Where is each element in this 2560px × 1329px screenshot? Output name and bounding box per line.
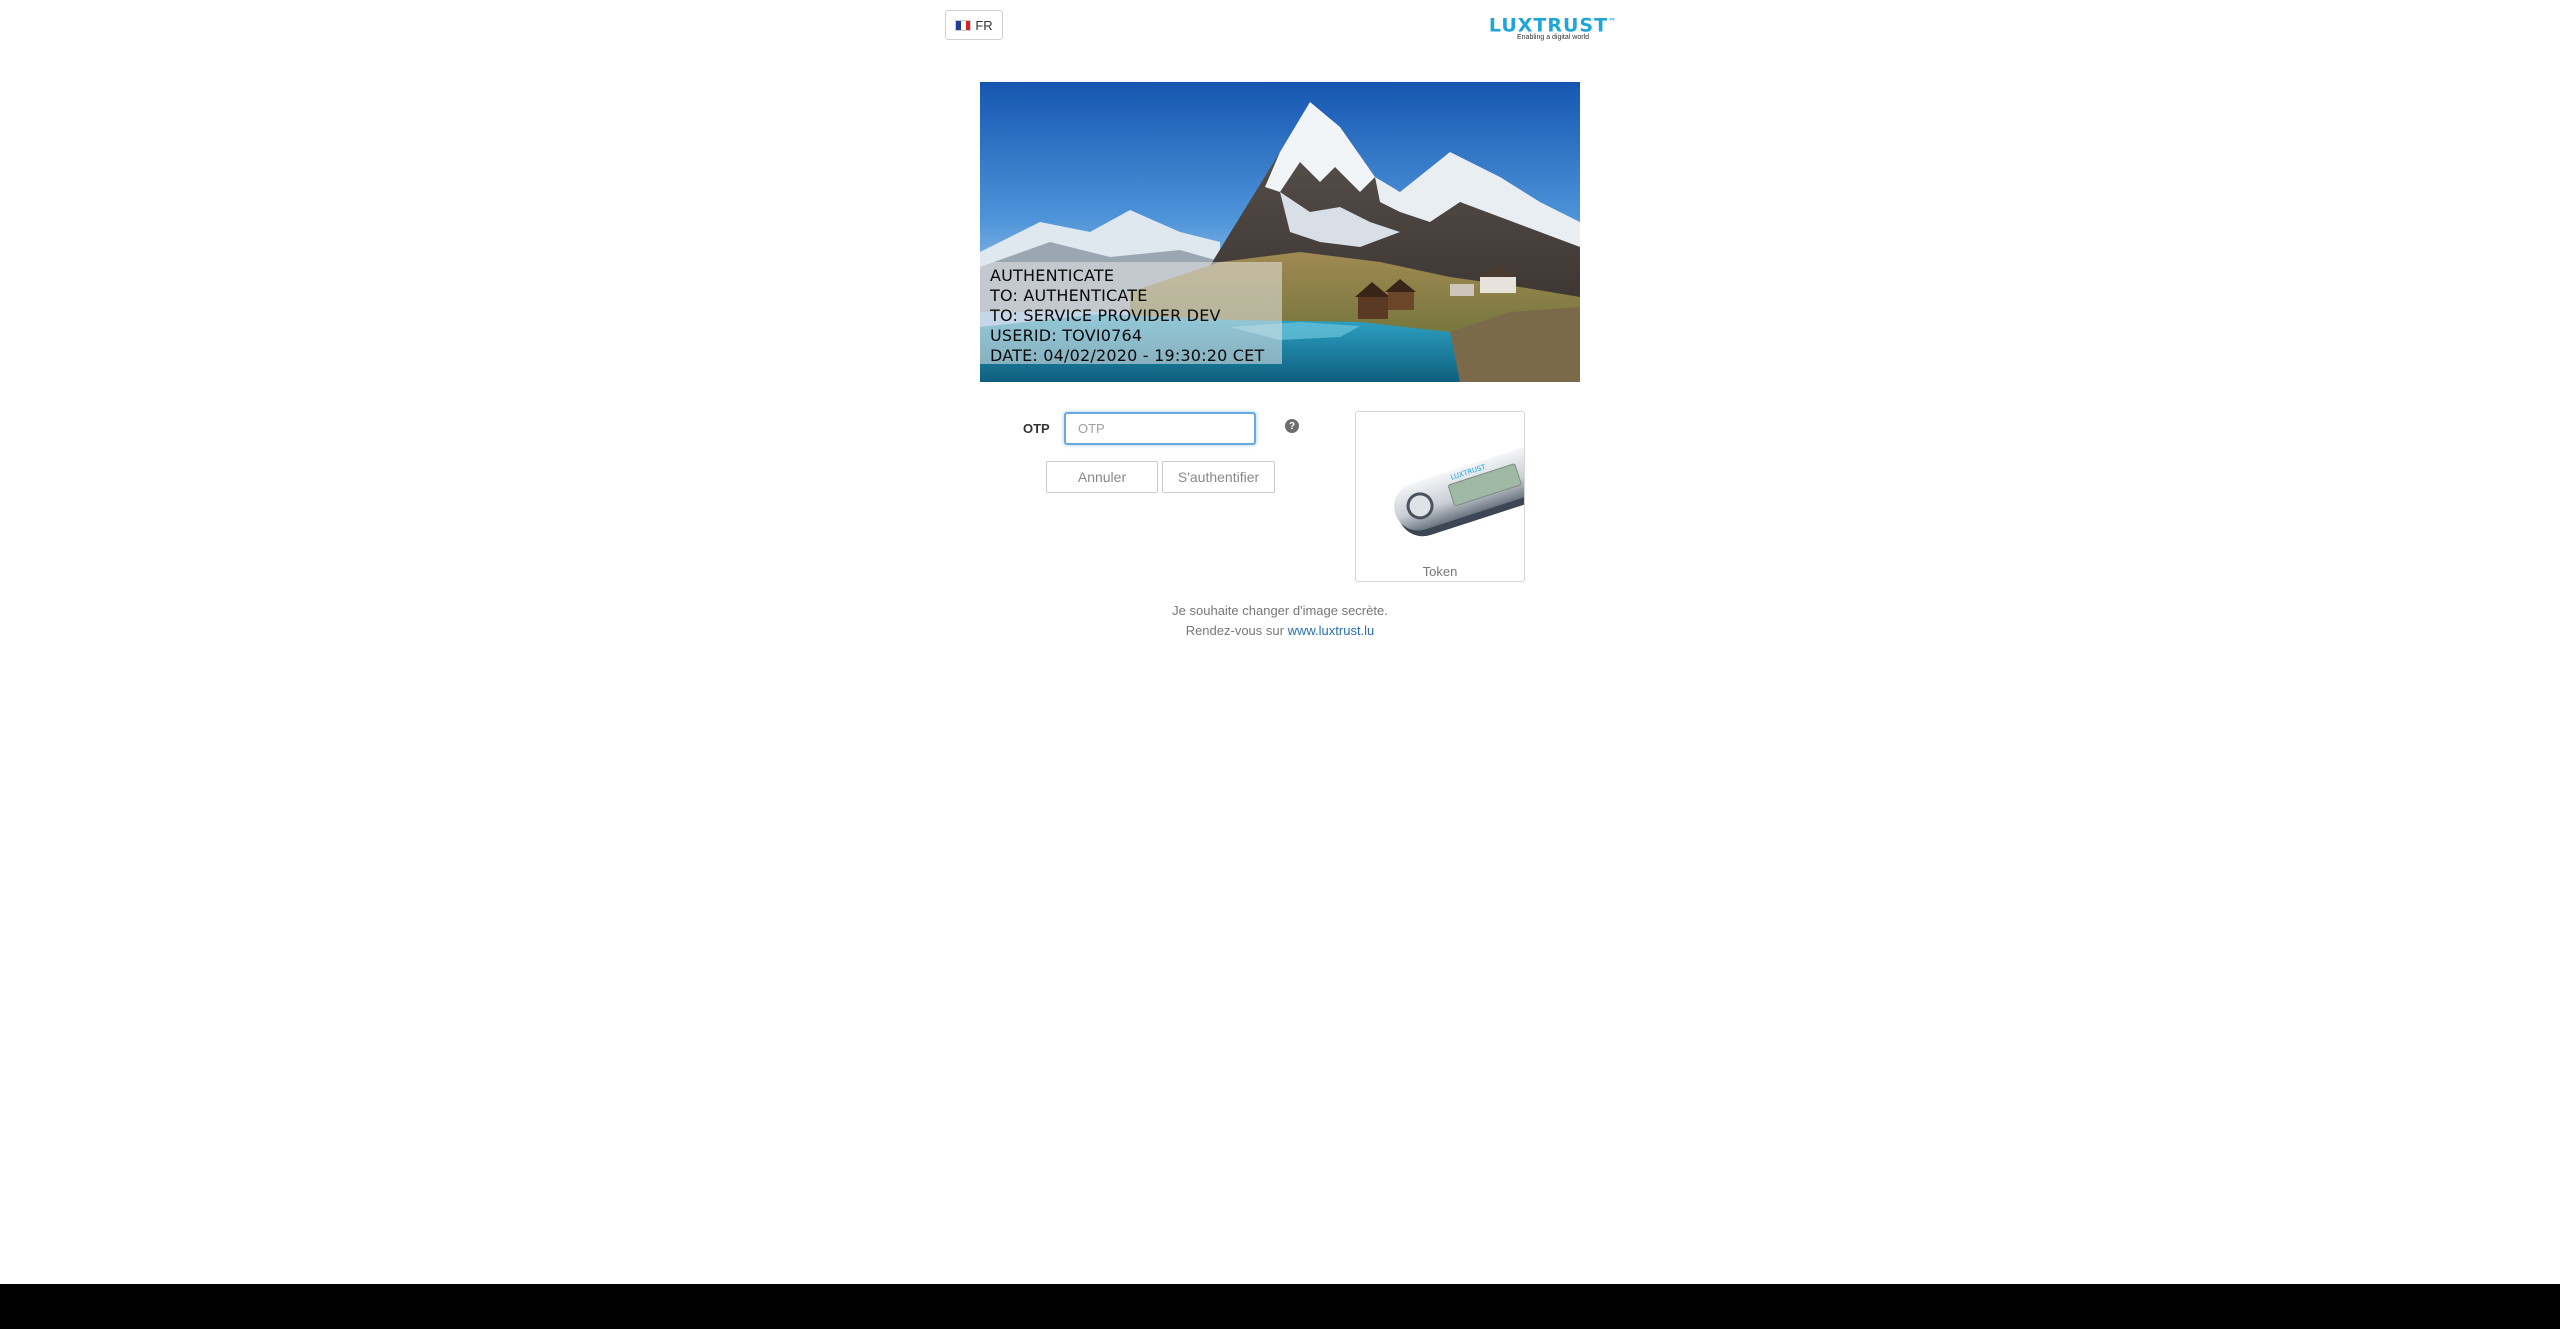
logo-tagline: Enabling a digital world — [1517, 34, 1589, 42]
change-image-text: Je souhaite changer d'image secrète. — [1172, 603, 1388, 618]
secret-image: AUTHENTICATE TO: AUTHENTICATE TO: SERVIC… — [980, 82, 1580, 382]
token-option[interactable]: LUXTRUST Token — [1355, 411, 1525, 582]
caption-line-date: DATE: 04/02/2020 - 19:30:20 CET — [990, 346, 1265, 365]
caption-line-to-action: TO: AUTHENTICATE — [990, 286, 1148, 305]
luxtrust-logo: LUXTRUST™ Enabling a digital world — [1488, 14, 1618, 42]
secret-image-caption: AUTHENTICATE TO: AUTHENTICATE TO: SERVIC… — [980, 262, 1282, 365]
luxtrust-website-link[interactable]: www.luxtrust.lu — [1288, 623, 1375, 638]
goto-prefix: Rendez-vous sur — [1185, 623, 1284, 638]
language-selector[interactable]: FR — [945, 10, 1003, 40]
help-icon[interactable]: ? — [1285, 419, 1299, 433]
token-device-icon: LUXTRUST — [1394, 444, 1524, 537]
caption-line-action: AUTHENTICATE — [990, 266, 1115, 285]
logo-brand: LUXTRUST — [1488, 14, 1609, 37]
page: FR LUXTRUST™ Enabling a digital world AU… — [0, 0, 2560, 1329]
caption-line-provider: TO: SERVICE PROVIDER DEV — [990, 306, 1221, 325]
authenticate-button[interactable]: S'authentifier — [1162, 461, 1275, 493]
cancel-button[interactable]: Annuler — [1046, 461, 1158, 493]
otp-input[interactable] — [1064, 412, 1256, 445]
bottom-bar — [0, 1284, 2560, 1329]
goto-text: Rendez-vous sur www.luxtrust.lu — [0, 623, 2560, 638]
france-flag-icon — [955, 19, 972, 31]
language-code: FR — [975, 17, 993, 33]
token-label: Token — [1422, 564, 1458, 579]
caption-line-userid: USERID: TOVI0764 — [990, 326, 1143, 345]
otp-label: OTP — [1023, 421, 1050, 436]
